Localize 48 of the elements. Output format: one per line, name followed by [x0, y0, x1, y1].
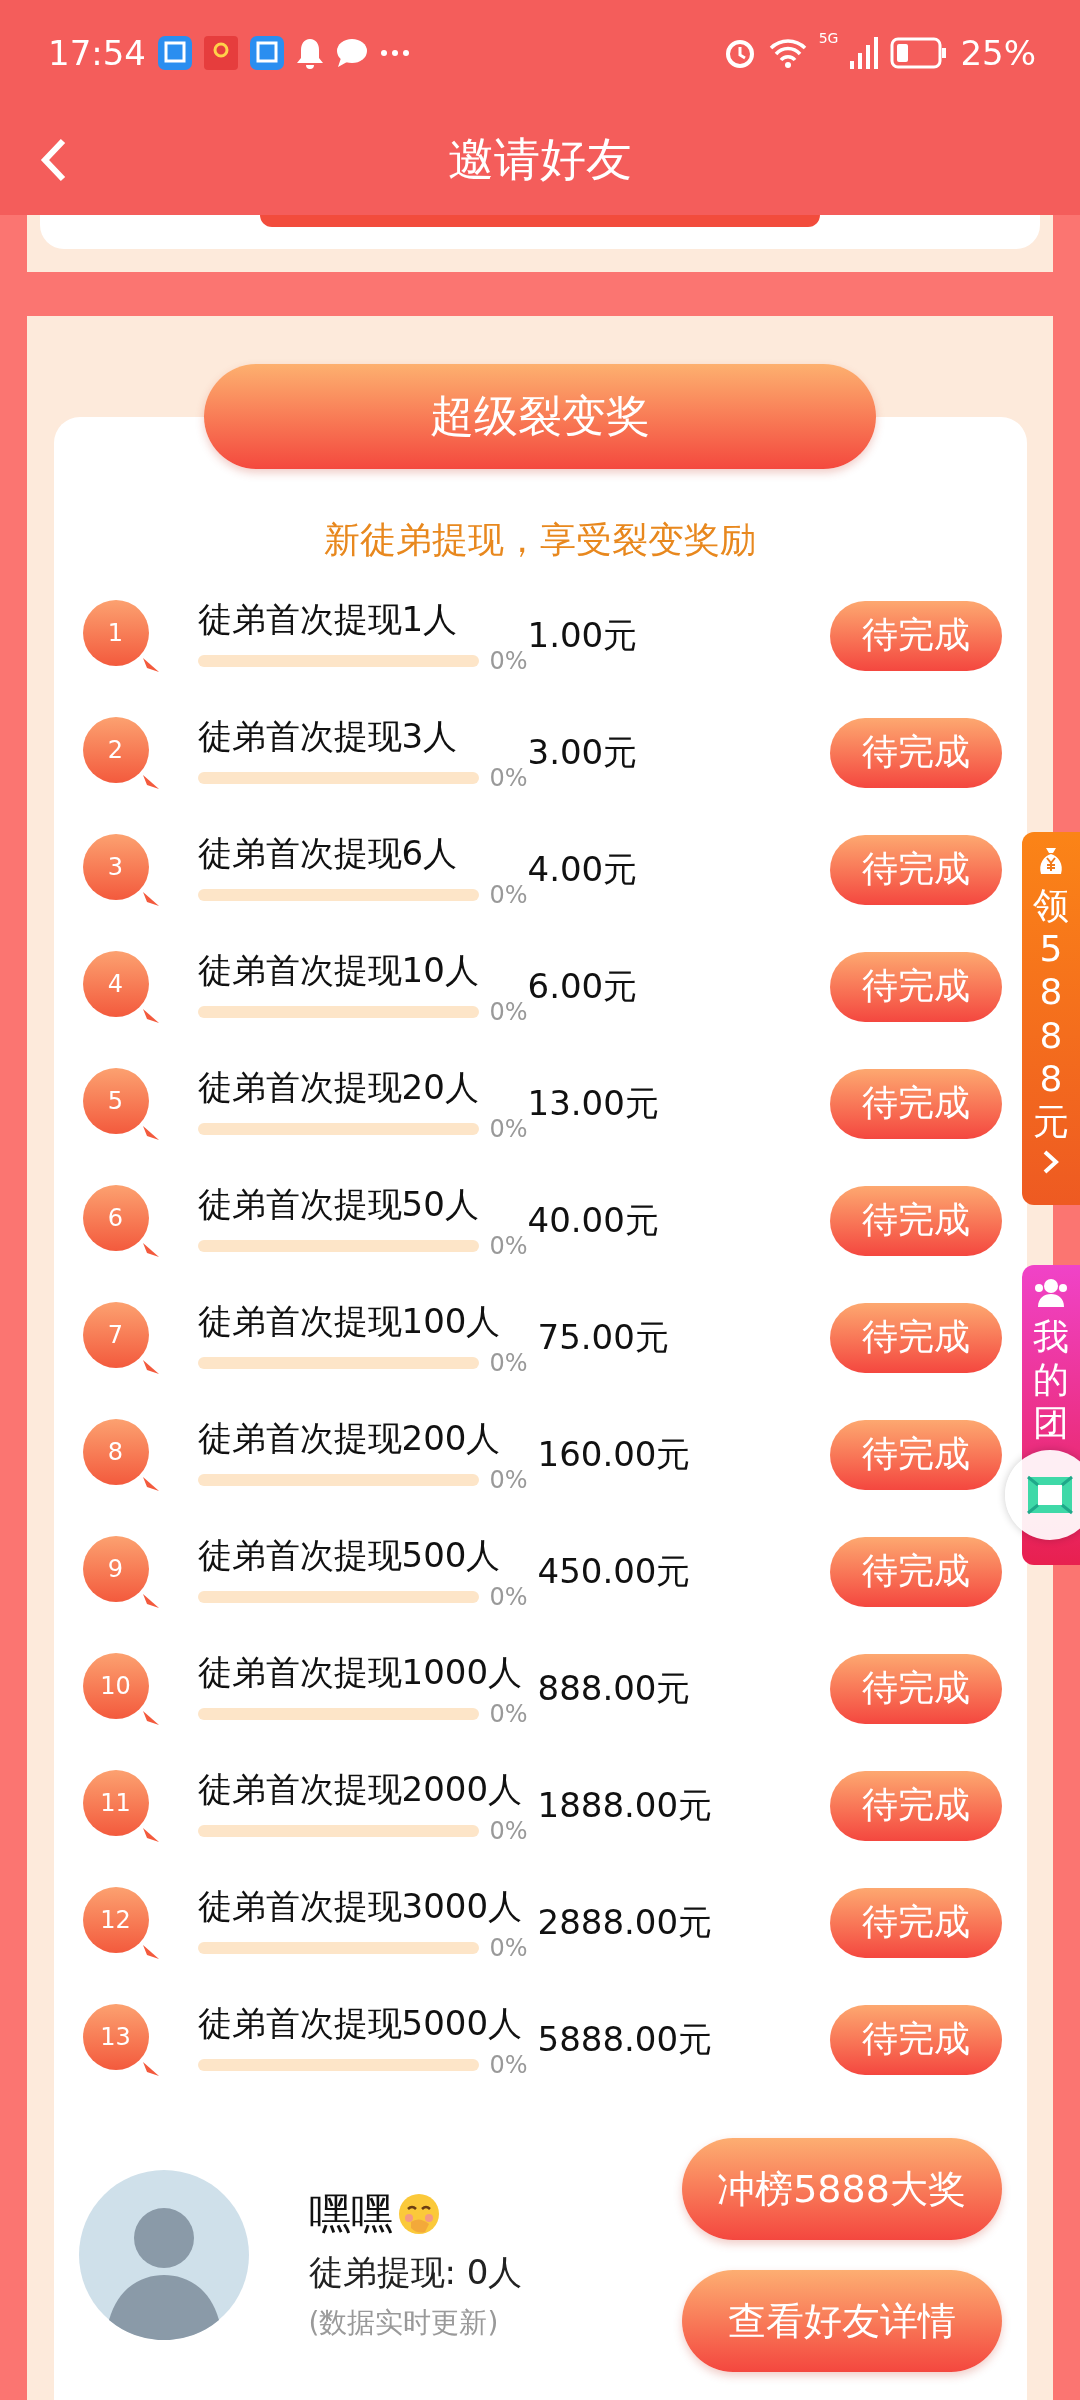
reward-amount: 4.00元 — [527, 847, 639, 891]
task-name: 徒弟首次提现500人 — [197, 1533, 502, 1577]
task-name: 徒弟首次提现3人 — [197, 714, 459, 758]
reward-amount: 5888.00元 — [536, 2017, 714, 2061]
section-subtitle: 新徒弟提现，享受裂变奖励 — [323, 518, 757, 562]
progress-percent: 0% — [489, 1114, 528, 1143]
task-name: 徒弟首次提现100人 — [197, 1299, 502, 1343]
status-time: 17:54 — [48, 32, 146, 73]
task-name: 徒弟首次提现20人 — [197, 1065, 480, 1109]
task-name: 徒弟首次提现50人 — [197, 1182, 480, 1226]
reward-amount: 2888.00元 — [536, 1900, 714, 1944]
progress-percent: 0% — [489, 997, 528, 1026]
reward-amount: 888.00元 — [536, 1666, 692, 1710]
progress-percent: 0% — [489, 1582, 528, 1611]
task-name: 徒弟首次提现10人 — [197, 948, 480, 992]
reward-amount: 13.00元 — [527, 1081, 660, 1125]
reward-amount: 40.00元 — [527, 1198, 660, 1242]
network-label: 5G — [818, 30, 839, 46]
user-name: 嘿嘿 — [308, 2188, 393, 2240]
progress-percent: 0% — [489, 646, 528, 675]
task-name: 徒弟首次提现6人 — [197, 831, 459, 875]
progress-percent: 0% — [489, 763, 528, 792]
section-title: 超级裂变奖 — [204, 364, 876, 469]
reward-amount: 75.00元 — [536, 1315, 670, 1359]
battery-percent: 25% — [960, 32, 1036, 73]
reward-amount: 1888.00元 — [536, 1783, 714, 1827]
progress-percent: 0% — [489, 1348, 528, 1377]
task-name: 徒弟首次提现1人 — [197, 597, 459, 641]
progress-percent: 0% — [489, 1699, 528, 1728]
reward-amount: 6.00元 — [527, 964, 639, 1008]
task-name: 徒弟首次提现200人 — [197, 1416, 502, 1460]
task-name: 徒弟首次提现1000人 — [197, 1650, 524, 1694]
reward-amount: 450.00元 — [536, 1549, 692, 1593]
task-name: 徒弟首次提现5000人 — [197, 2001, 524, 2045]
reward-amount: 3.00元 — [527, 730, 639, 774]
reward-amount: 1.00元 — [527, 613, 639, 657]
reward-amount: 160.00元 — [536, 1432, 692, 1476]
task-name: 徒弟首次提现3000人 — [197, 1884, 524, 1928]
invite-count: 徒弟提现: 0人 — [308, 2251, 524, 2294]
progress-percent: 0% — [489, 2050, 528, 2079]
progress-percent: 0% — [489, 1231, 528, 1260]
progress-percent: 0% — [489, 1816, 528, 1845]
task-name: 徒弟首次提现2000人 — [197, 1767, 524, 1811]
page-title: 邀请好友 — [448, 131, 632, 188]
progress-percent: 0% — [489, 1933, 528, 1962]
update-note: (数据实时更新) — [308, 2305, 500, 2341]
progress-percent: 0% — [489, 880, 528, 909]
progress-percent: 0% — [489, 1465, 528, 1494]
